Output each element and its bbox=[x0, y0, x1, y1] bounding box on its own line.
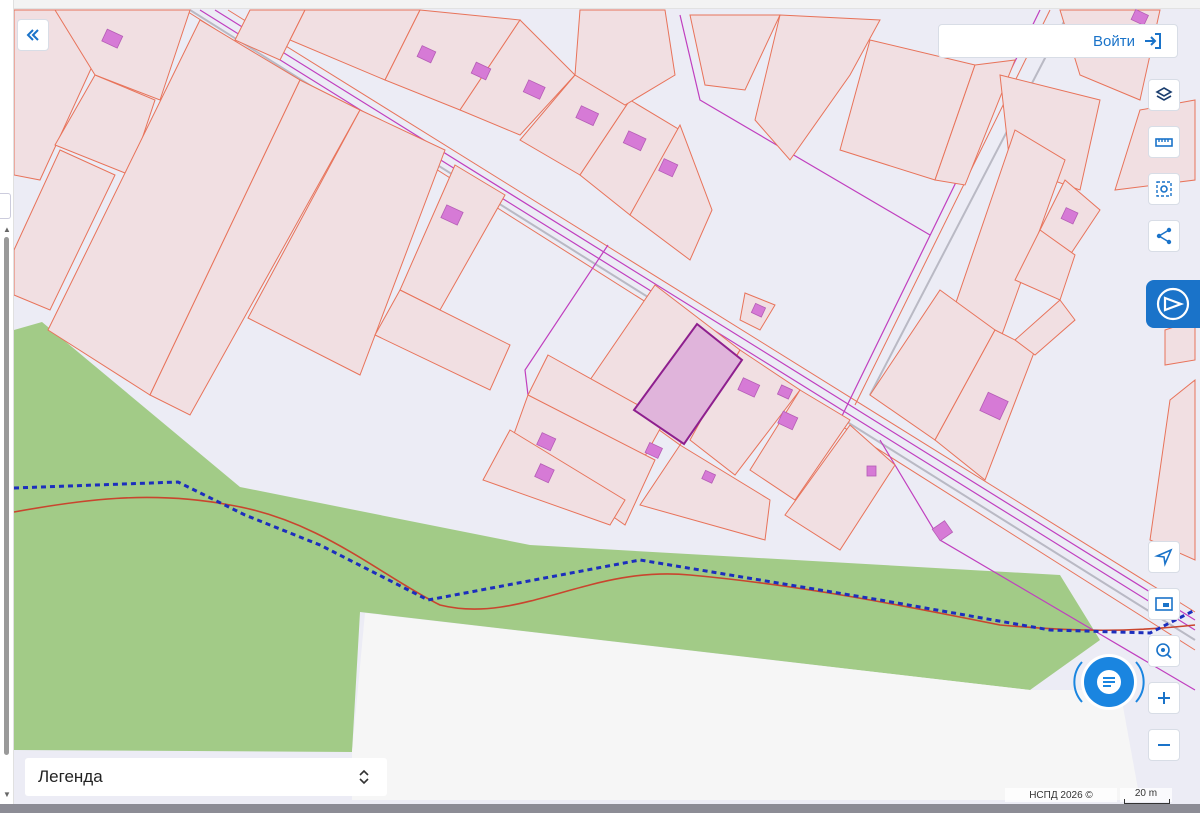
ruler-icon bbox=[1155, 138, 1173, 147]
chat-button[interactable] bbox=[1084, 657, 1134, 707]
legend-label: Легенда bbox=[38, 767, 103, 786]
cadastral-map-button[interactable] bbox=[1146, 280, 1200, 328]
double-chevron-left-icon bbox=[26, 29, 39, 41]
area-select-icon bbox=[1156, 181, 1172, 197]
scroll-up-arrow-icon[interactable]: ▲ bbox=[3, 225, 11, 234]
chat-icon bbox=[1097, 670, 1121, 694]
area-select-button[interactable] bbox=[1148, 173, 1180, 205]
minus-icon bbox=[1158, 744, 1170, 746]
legend-selector[interactable]: Легенда bbox=[25, 758, 387, 796]
login-label: Войти bbox=[1093, 32, 1135, 50]
browser-top-bar bbox=[0, 0, 1200, 9]
cadastral-map[interactable] bbox=[0, 0, 1200, 813]
cadastral-map-icon bbox=[1156, 287, 1190, 321]
scrollbar-thumb[interactable] bbox=[4, 237, 9, 755]
bottom-bar bbox=[0, 804, 1200, 813]
minimap-button[interactable] bbox=[1148, 588, 1180, 620]
geo-search-icon bbox=[1156, 643, 1172, 659]
share-icon bbox=[1156, 227, 1172, 245]
collapse-panel-button[interactable] bbox=[17, 19, 49, 51]
locate-arrow-icon bbox=[1154, 548, 1173, 567]
layers-icon bbox=[1155, 87, 1173, 101]
scroll-down-arrow-icon[interactable]: ▼ bbox=[3, 790, 11, 799]
geo-search-button[interactable] bbox=[1148, 635, 1180, 667]
zoom-in-button[interactable] bbox=[1148, 682, 1180, 714]
sign-in-icon bbox=[1145, 33, 1161, 49]
layers-button[interactable] bbox=[1148, 79, 1180, 111]
copyright-text: НСПД 2026 © bbox=[1005, 788, 1117, 802]
minimap-icon bbox=[1155, 597, 1173, 611]
chevron-updown-icon bbox=[359, 769, 369, 785]
share-button[interactable] bbox=[1148, 220, 1180, 252]
plus-icon bbox=[1158, 692, 1170, 704]
locate-button[interactable] bbox=[1148, 541, 1180, 573]
zoom-out-button[interactable] bbox=[1148, 729, 1180, 761]
login-button[interactable]: Войти bbox=[938, 24, 1178, 58]
side-panel-tab[interactable] bbox=[0, 193, 11, 219]
measure-button[interactable] bbox=[1148, 126, 1180, 158]
